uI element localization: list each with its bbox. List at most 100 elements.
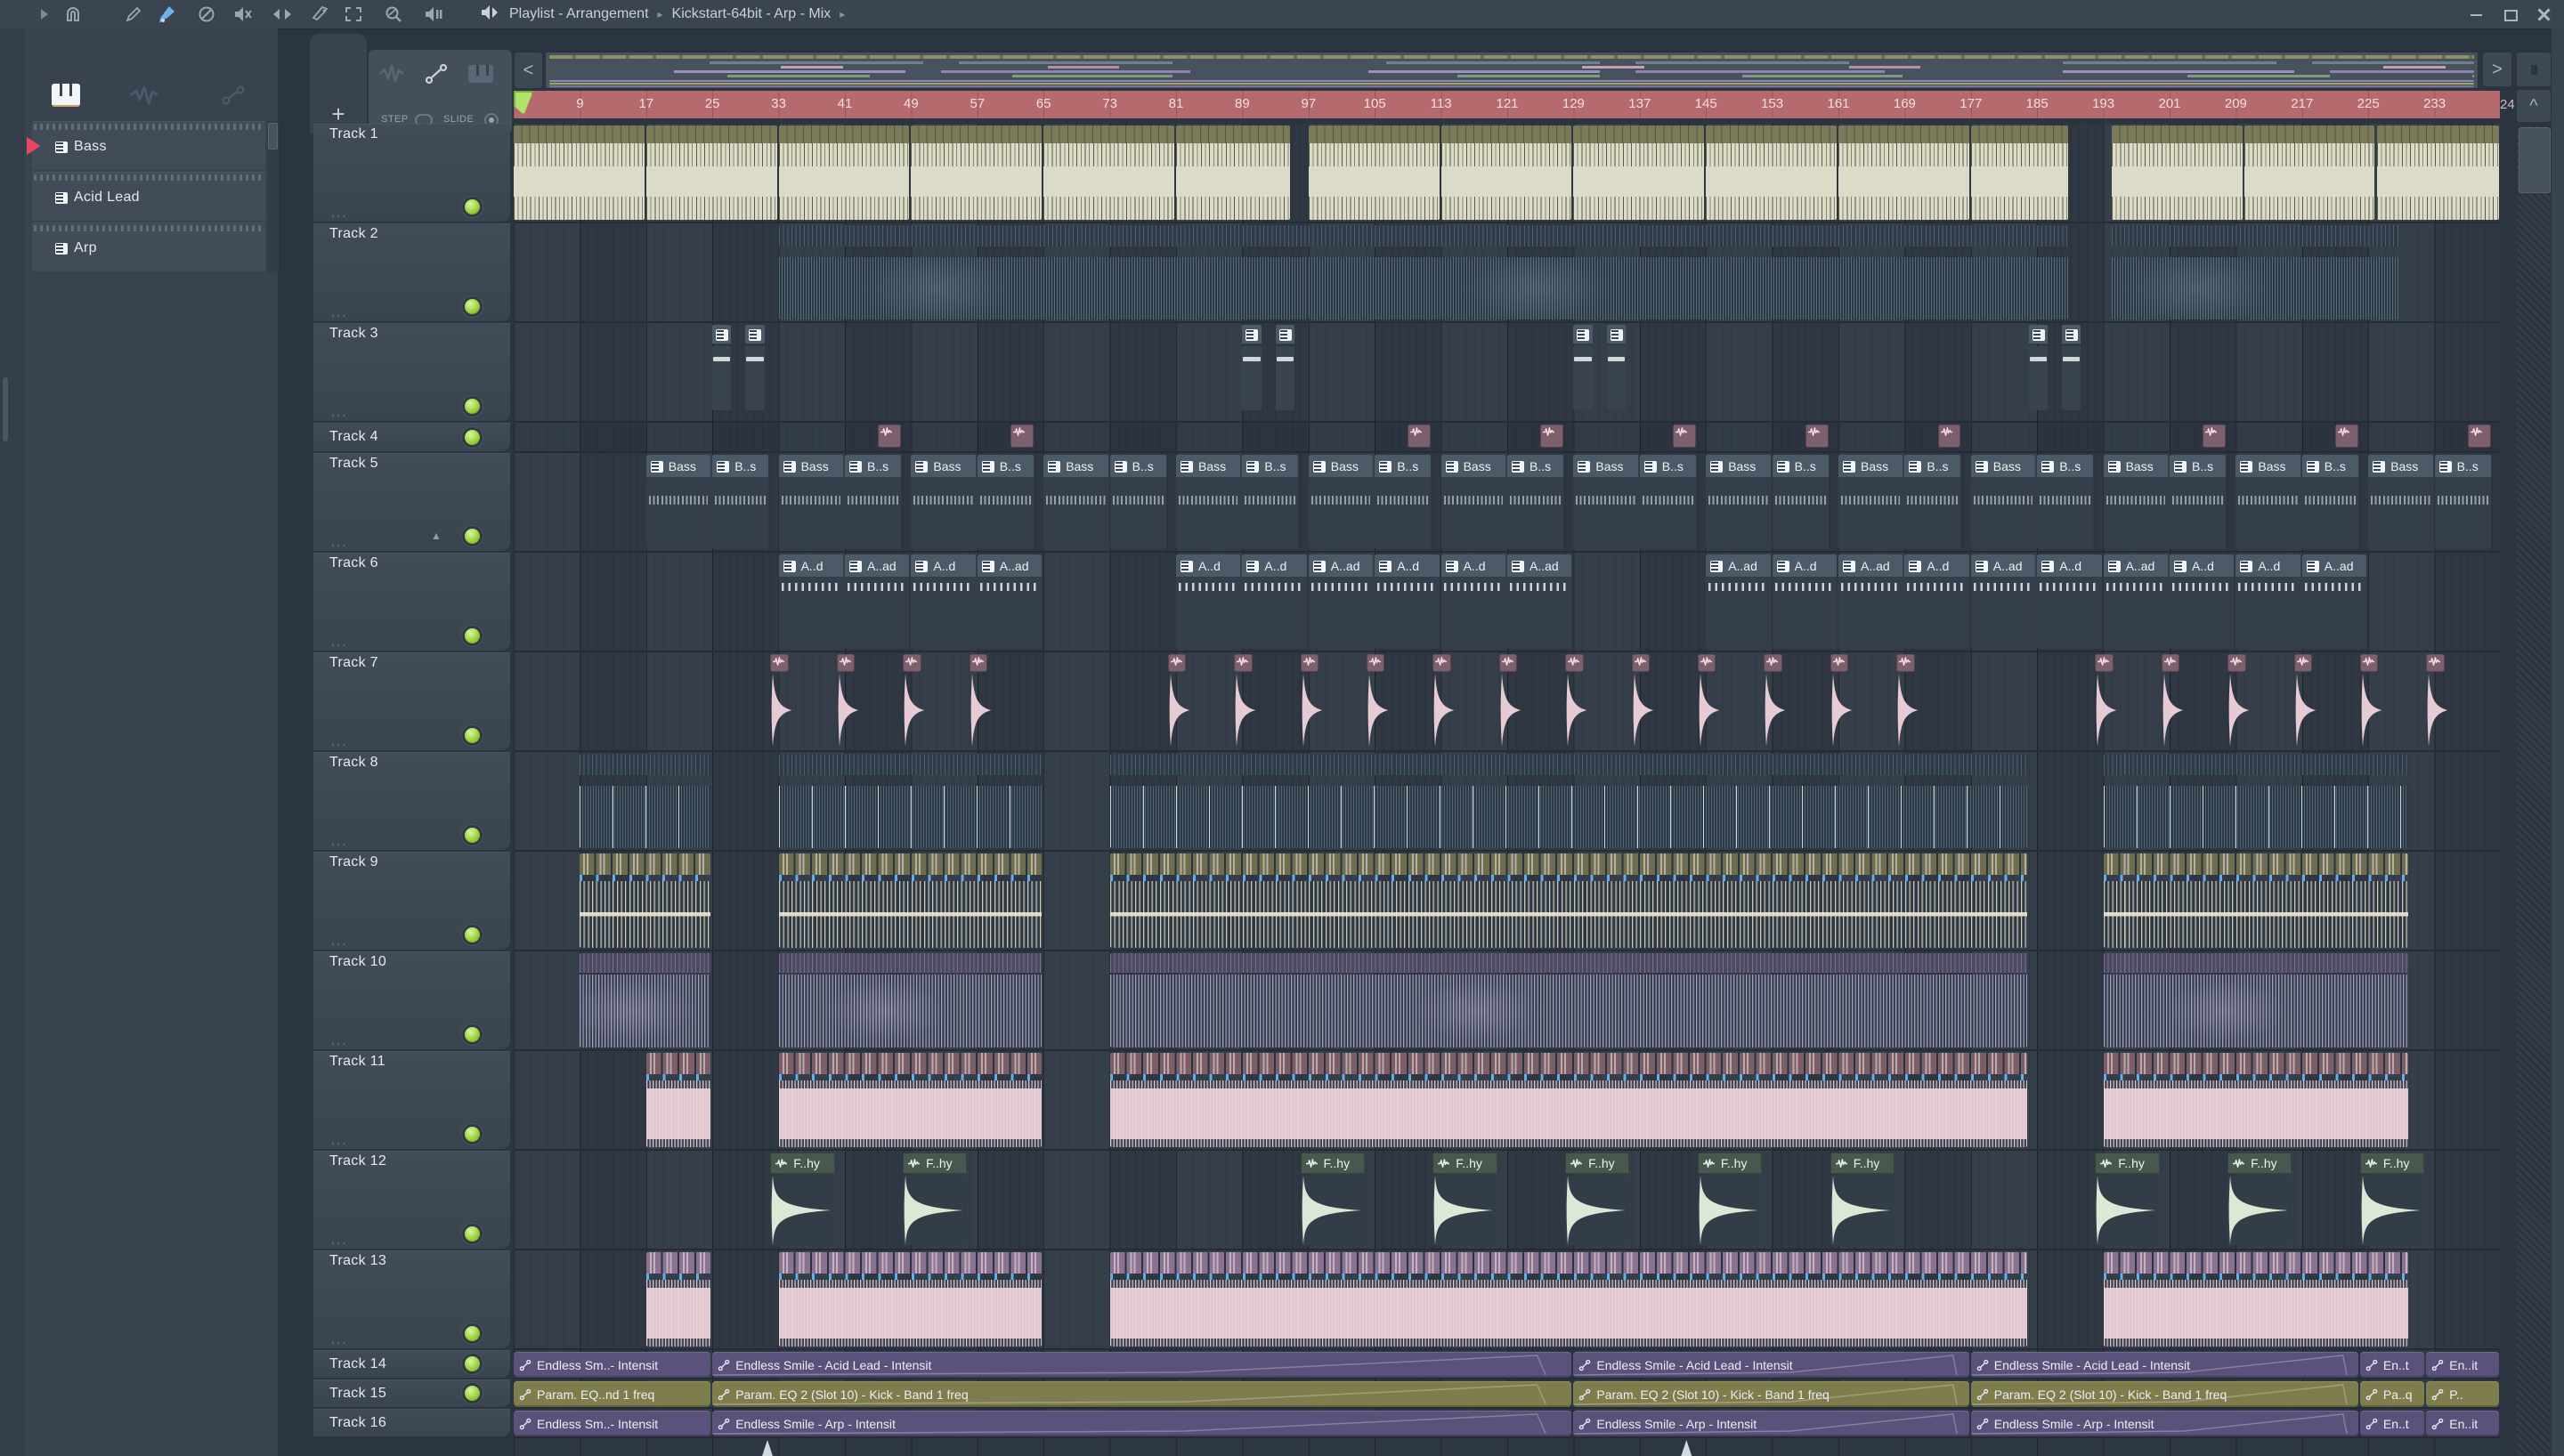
mute-led[interactable] xyxy=(465,1326,480,1341)
track-lane-7[interactable] xyxy=(514,652,2509,752)
piano-tool-icon[interactable] xyxy=(465,61,497,87)
mute-led[interactable] xyxy=(465,299,480,314)
audio-clip-purple[interactable] xyxy=(580,953,711,1048)
slide-tool-icon[interactable] xyxy=(420,61,452,87)
track-header-14[interactable]: Track 14 xyxy=(313,1350,510,1378)
track-header-10[interactable]: Track 10... xyxy=(313,951,510,1049)
track-options-dots[interactable]: ... xyxy=(331,1234,348,1247)
kick-decay-clip[interactable] xyxy=(836,654,860,748)
automation-clip[interactable]: En..it xyxy=(2426,1411,2499,1436)
wave-tool-icon[interactable] xyxy=(376,61,408,87)
sliced-audio-clip[interactable] xyxy=(645,1252,711,1347)
kick-decay-clip[interactable] xyxy=(2161,654,2185,748)
track-lane-9[interactable] xyxy=(514,852,2509,951)
audio-clip-cream[interactable] xyxy=(778,125,910,220)
slice-icon[interactable] xyxy=(310,4,331,24)
track-options-dots[interactable]: ... xyxy=(331,934,348,948)
kick-decay-clip[interactable] xyxy=(903,654,926,748)
mute-led[interactable] xyxy=(465,628,480,643)
automation-clip[interactable]: Param. EQ 2 (Slot 10) - Kick - Band 1 fr… xyxy=(1573,1381,1969,1407)
sliced-audio-clip[interactable] xyxy=(778,1053,1043,1147)
audio-clip-purple[interactable] xyxy=(1109,953,2027,1048)
track-header-4[interactable]: Track 4 xyxy=(313,423,510,451)
track-lane-6[interactable]: A..d A..ad A..d A..ad A..d A..d A..ad A..d A..d A… xyxy=(514,553,2509,652)
mute-led[interactable] xyxy=(465,828,480,843)
pattern-clip-bass[interactable]: Bass xyxy=(1573,455,1638,549)
automation-clip[interactable]: Param. EQ 2 (Slot 10) - Kick - Band 1 fr… xyxy=(712,1381,1572,1407)
pattern-clip-acid[interactable]: A..d xyxy=(1375,554,1440,649)
track-header-7[interactable]: Track 7... xyxy=(313,652,510,750)
kick-decay-clip[interactable] xyxy=(1764,654,1787,748)
kick-decay-clip[interactable] xyxy=(1697,654,1721,748)
audio-clip-teal[interactable] xyxy=(2103,754,2408,848)
mute-led[interactable] xyxy=(465,927,480,942)
audio-clip-decay[interactable]: F..hy xyxy=(2227,1153,2292,1247)
pattern-clip-acid[interactable]: A..d xyxy=(911,554,976,649)
kick-decay-clip[interactable] xyxy=(1432,654,1456,748)
kick-decay-clip[interactable] xyxy=(1565,654,1588,748)
pattern-clip-bass[interactable]: Bass xyxy=(1706,455,1771,549)
scroll-left-button[interactable]: < xyxy=(514,52,543,89)
automation-clip[interactable]: Endless Sm..- Intensit xyxy=(514,1411,711,1436)
sliced-audio-clip[interactable] xyxy=(645,1053,711,1147)
pattern-clip-acid[interactable]: A..ad xyxy=(1706,554,1771,649)
mute-icon[interactable] xyxy=(233,4,255,24)
tab-audio-wave[interactable] xyxy=(125,82,164,109)
audio-clip-cream[interactable] xyxy=(514,125,645,220)
track-options-dots[interactable]: ... xyxy=(331,635,348,649)
pattern-clip-acid[interactable]: A..d xyxy=(1772,554,1837,649)
sliced-audio-clip[interactable] xyxy=(778,853,1043,948)
track-header-13[interactable]: Track 13... xyxy=(313,1250,510,1348)
automation-clip[interactable]: P.. xyxy=(2426,1381,2499,1407)
automation-clip[interactable]: Endless Sm..- Intensit xyxy=(514,1352,711,1378)
audio-clip-cream[interactable] xyxy=(1308,125,1440,220)
audio-clip-teal[interactable] xyxy=(1109,754,2027,848)
pattern-clip-bass[interactable]: Bass xyxy=(911,455,976,549)
vertical-scrollbar-thumb[interactable] xyxy=(2519,127,2551,193)
kick-clip[interactable] xyxy=(1805,425,1829,448)
track-header-3[interactable]: Track 3... xyxy=(313,323,510,421)
pattern-clip-acid[interactable]: A..ad xyxy=(2103,554,2168,649)
pattern-clip-acid[interactable]: A..ad xyxy=(845,554,910,649)
pattern-clip-acid[interactable]: A..ad xyxy=(1970,554,2036,649)
audio-clip-cream[interactable] xyxy=(2244,125,2375,220)
automation-clip[interactable]: Endless Smile - Acid Lead - Intensit xyxy=(1573,1352,1969,1378)
kick-clip[interactable] xyxy=(1408,425,1432,448)
track-options-dots[interactable]: ... xyxy=(331,1034,348,1048)
pattern-clip-bass[interactable]: B..s xyxy=(2434,455,2491,549)
track-header-12[interactable]: Track 12... xyxy=(313,1151,510,1249)
pattern-clip-acid[interactable]: A..ad xyxy=(1308,554,1374,649)
track-lane-14[interactable]: Endless Sm..- Intensit Endless Smile - Ac… xyxy=(514,1350,2509,1379)
pattern-clip-bass[interactable]: B..s xyxy=(2170,455,2227,549)
pattern-clip-bass[interactable]: B..s xyxy=(977,455,1034,549)
add-arrangement-tab[interactable]: + xyxy=(310,34,367,133)
pattern-clip-bass[interactable]: B..s xyxy=(1507,455,1564,549)
audio-clip-teal[interactable] xyxy=(1308,225,2069,320)
pattern-clip-small[interactable] xyxy=(2062,325,2081,410)
track-lane-2[interactable] xyxy=(514,223,2509,323)
pattern-item-acid-lead[interactable]: Acid Lead xyxy=(32,172,265,221)
scroll-right-button[interactable]: > xyxy=(2482,52,2512,87)
tab-patterns-piano[interactable] xyxy=(46,82,85,109)
slip-icon[interactable] xyxy=(272,4,293,24)
audio-clip-cream[interactable] xyxy=(2111,125,2243,220)
pattern-clip-small[interactable] xyxy=(1573,325,1593,410)
kick-decay-clip[interactable] xyxy=(770,654,793,748)
track-options-dots[interactable]: ... xyxy=(331,206,348,220)
vertical-scrollbar[interactable] xyxy=(2516,125,2552,1456)
kick-clip[interactable] xyxy=(1010,425,1034,448)
audio-clip-teal[interactable] xyxy=(580,754,711,848)
mute-led[interactable] xyxy=(465,199,480,214)
kick-decay-clip[interactable] xyxy=(1167,654,1191,748)
track-lane-1[interactable] xyxy=(514,124,2509,223)
track-header-2[interactable]: Track 2... xyxy=(313,223,510,321)
track-header-16[interactable]: Track 16 xyxy=(313,1409,510,1436)
zoom-icon[interactable] xyxy=(383,4,404,24)
audio-clip-cream[interactable] xyxy=(2376,125,2499,220)
track-lane-16[interactable]: Endless Sm..- Intensit Endless Smile - Ar… xyxy=(514,1409,2509,1438)
pattern-item-bass[interactable]: Bass xyxy=(27,121,265,170)
pattern-clip-acid[interactable]: A..d xyxy=(1440,554,1505,649)
kick-decay-clip[interactable] xyxy=(1300,654,1324,748)
kick-decay-clip[interactable] xyxy=(1896,654,1919,748)
track-lane-5[interactable]: Bass B..s Bass B..s Bass B..s Bass B..s Bass B..s… xyxy=(514,453,2509,553)
